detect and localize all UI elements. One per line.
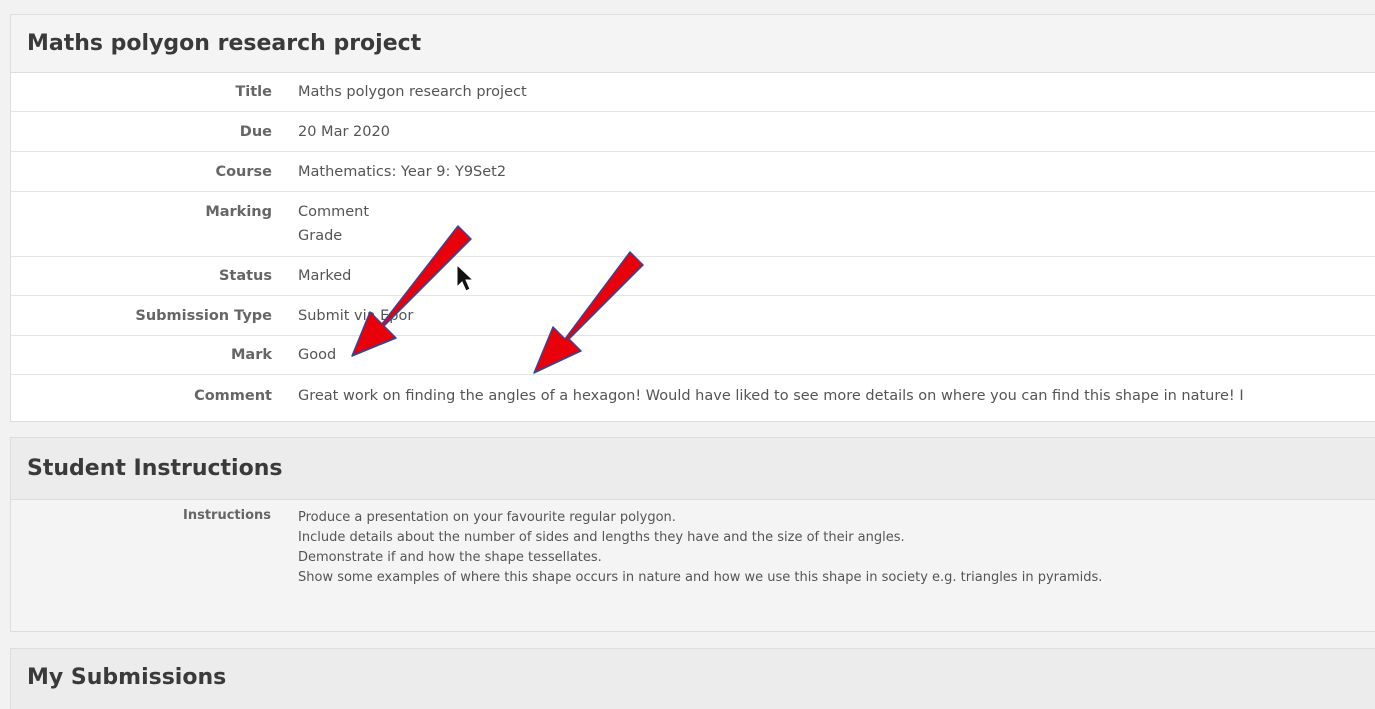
field-value: Great work on finding the angles of a he… <box>298 388 1244 404</box>
marking-line: Grade <box>298 228 343 244</box>
field-value: 20 Mar 2020 <box>298 123 390 140</box>
instructions-label: Instructions <box>182 508 271 523</box>
field-row-submission-type: Submission Type Submit via Epor <box>11 296 1375 336</box>
field-row-status: Status Marked <box>11 257 1375 296</box>
field-row-mark: Mark Good <box>11 336 1375 375</box>
student-instructions-header: Student Instructions <box>11 438 1375 500</box>
field-label: Due <box>239 123 272 140</box>
instructions-row: Instructions Produce a presentation on y… <box>11 500 1375 588</box>
field-label: Marking <box>205 204 272 220</box>
field-value: Comment Grade <box>298 200 1375 248</box>
instructions-text: Produce a presentation on your favourite… <box>298 508 1375 588</box>
field-label: Course <box>215 163 272 180</box>
field-value: Submit via Epor <box>298 307 414 324</box>
field-label: Submission Type <box>135 307 272 324</box>
field-label: Comment <box>194 388 272 404</box>
field-label: Status <box>218 268 272 284</box>
assignment-details-panel: Maths polygon research project Title Mat… <box>10 14 1375 422</box>
field-value: Mathematics: Year 9: Y9Set2 <box>298 163 507 180</box>
assignment-header: Maths polygon research project <box>11 15 1375 73</box>
field-row-comment: Comment Great work on finding the angles… <box>11 375 1375 417</box>
student-instructions-panel: Student Instructions Instructions Produc… <box>10 437 1375 632</box>
field-row-marking: Marking Comment Grade <box>11 192 1375 257</box>
field-value: Marked <box>298 268 352 284</box>
field-value: Maths polygon research project <box>298 84 527 100</box>
field-label: Title <box>235 84 272 100</box>
marking-line: Comment <box>298 204 370 220</box>
field-row-course: Course Mathematics: Year 9: Y9Set2 <box>11 152 1375 192</box>
instruction-line: Include details about the number of side… <box>298 530 905 545</box>
field-value: Good <box>298 347 337 363</box>
instruction-line: Show some examples of where this shape o… <box>298 570 1103 585</box>
instruction-line: Demonstrate if and how the shape tessell… <box>298 550 602 565</box>
instruction-line: Produce a presentation on your favourite… <box>298 510 676 525</box>
my-submissions-header[interactable]: My Submissions <box>11 649 1375 705</box>
field-row-title: Title Maths polygon research project <box>11 73 1375 112</box>
field-row-due: Due 20 Mar 2020 <box>11 112 1375 152</box>
field-label: Mark <box>230 347 272 363</box>
